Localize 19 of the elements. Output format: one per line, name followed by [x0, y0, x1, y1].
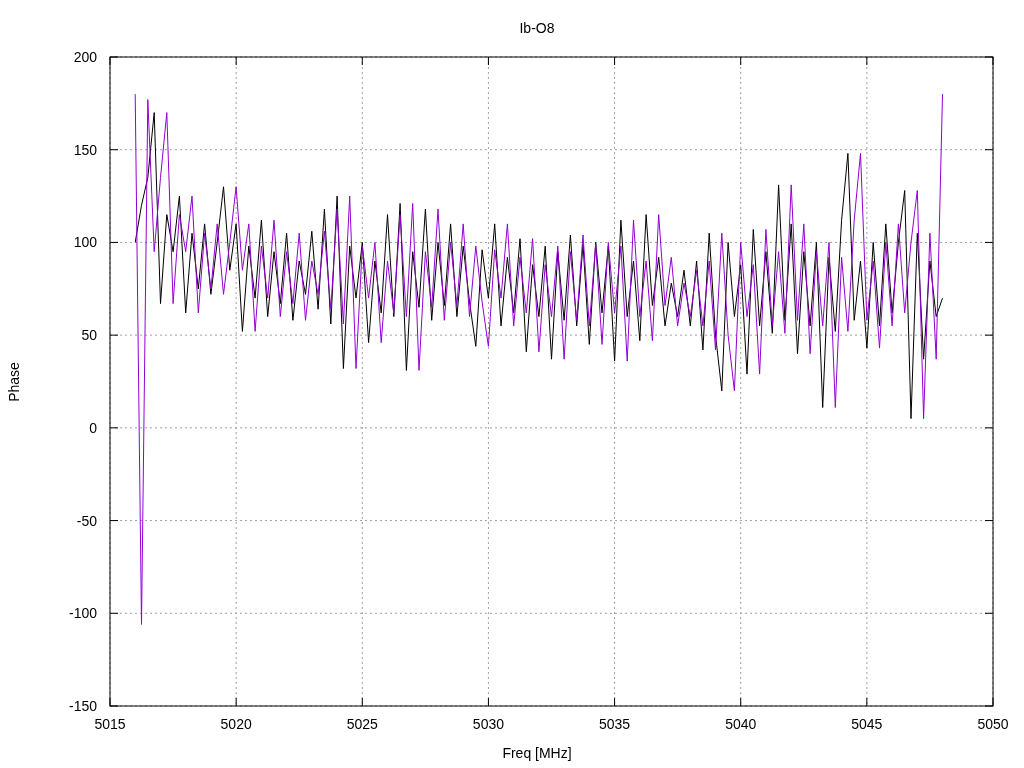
x-tick-label: 5025: [346, 716, 378, 732]
y-axis-label: Phase: [6, 362, 22, 402]
y-tick-label: -150: [68, 698, 97, 714]
x-tick-label: 5040: [725, 716, 757, 732]
x-tick-label: 5050: [977, 716, 1009, 732]
y-tick-label: 50: [81, 327, 97, 344]
y-tick-label: 200: [73, 49, 97, 65]
x-axis-label: Freq [MHz]: [502, 745, 572, 761]
x-tick-label: 5030: [472, 716, 504, 732]
y-tick-label: 100: [73, 234, 97, 251]
x-tick-label: 5035: [599, 716, 631, 732]
x-tick-label: 5020: [220, 716, 252, 732]
chart-title: Ib-O8: [519, 20, 555, 36]
y-tick-label: 0: [89, 419, 97, 436]
y-tick-label: 150: [73, 141, 97, 158]
y-tick-label: -100: [68, 605, 97, 622]
y-tick-label: -50: [76, 512, 97, 529]
x-tick-label: 5015: [94, 716, 126, 732]
x-tick-label: 5045: [851, 716, 883, 732]
